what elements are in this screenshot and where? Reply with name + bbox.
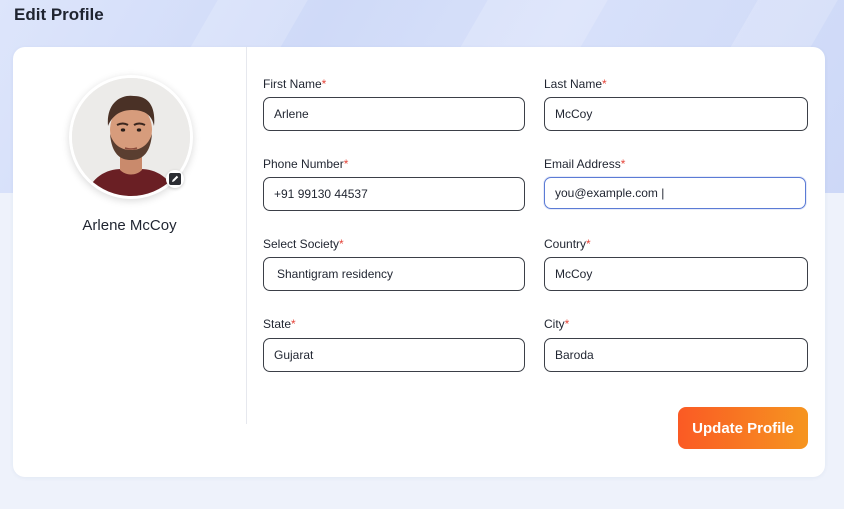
phone-label-text: Phone Number [263,157,344,171]
city-label-text: City [544,317,565,331]
profile-name: Arlene McCoy [82,217,177,234]
page-title: Edit Profile [14,5,104,24]
first-name-label: First Name* [263,77,326,91]
city-label: City* [544,317,569,331]
required-mark: * [620,157,626,171]
required-mark: * [602,77,607,91]
society-label: Select Society* [263,237,344,251]
required-mark: * [564,317,570,331]
pencil-icon [169,173,181,185]
society-label-text: Select Society [263,237,340,251]
required-mark: * [586,237,591,251]
profile-card: Arlene McCoy First Name* Last Name* Phon… [13,47,825,477]
country-input[interactable] [544,257,808,291]
required-mark: * [339,237,344,251]
country-label: Country* [544,237,591,251]
email-label: Email Address* [544,157,625,171]
society-select[interactable] [263,257,525,291]
state-input[interactable] [263,338,525,372]
vertical-divider [246,47,247,424]
phone-input[interactable] [263,177,525,211]
required-mark: * [343,157,349,171]
email-label-text: Email Address [544,157,621,171]
last-name-input[interactable] [544,97,808,131]
phone-label: Phone Number* [263,157,348,171]
state-label-text: State [263,317,292,331]
city-input[interactable] [544,338,808,372]
first-name-label-text: First Name [263,77,322,91]
avatar-container [69,75,193,199]
required-mark: * [321,77,327,91]
last-name-label: Last Name* [544,77,607,91]
first-name-input[interactable] [263,97,525,131]
country-label-text: Country [544,237,587,251]
email-input[interactable] [544,177,806,209]
last-name-label-text: Last Name [544,77,603,91]
update-profile-button[interactable]: Update Profile [678,407,808,449]
state-label: State* [263,317,296,331]
required-mark: * [291,317,296,331]
edit-avatar-button[interactable] [166,170,184,188]
